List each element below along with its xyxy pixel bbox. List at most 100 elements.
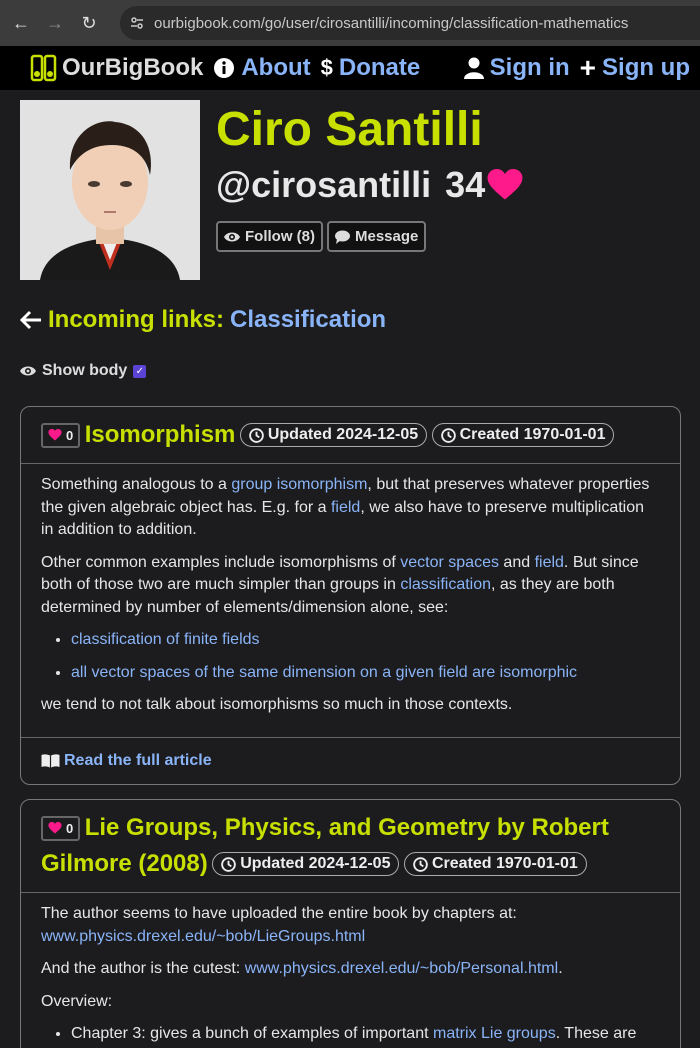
text: .	[558, 960, 563, 977]
message-label: Message	[355, 228, 419, 245]
created-badge: Created 1970-01-01	[431, 423, 615, 447]
clock-icon	[249, 427, 264, 443]
show-body-toggle[interactable]: Show body ✓	[20, 362, 147, 380]
link-field[interactable]: field	[535, 554, 564, 571]
link-finite-fields[interactable]: classification of finite fields	[71, 631, 260, 648]
paragraph: Something analogous to a group isomorphi…	[41, 474, 660, 542]
signup-link[interactable]: + Sign up	[580, 52, 690, 84]
created-badge: Created 1970-01-01	[403, 852, 587, 876]
heart-icon	[48, 822, 62, 834]
signin-label: Sign in	[489, 54, 570, 81]
site-header: OurBigBook About $ Donate Sign in + Sign…	[0, 46, 700, 90]
bullet-list: classification of finite fields all vect…	[71, 629, 660, 684]
show-body-label: Show body	[42, 362, 128, 379]
text: and	[498, 553, 535, 571]
paragraph: we tend to not talk about isomorphisms s…	[41, 696, 513, 713]
donate-label: Donate	[338, 54, 421, 81]
text: Other common examples include isomorphis…	[41, 553, 401, 571]
browser-toolbar: ← → ↻ ourbigbook.com/go/user/cirosantill…	[0, 0, 700, 46]
article-card: 0 Isomorphism Updated 2024-12-05 Created…	[20, 406, 681, 785]
about-label: About	[241, 54, 311, 81]
donate-link[interactable]: $ Donate	[321, 54, 421, 82]
paragraph: Other common examples include isomorphis…	[41, 552, 660, 620]
read-full-article-link[interactable]: Read the full article	[41, 752, 660, 770]
forward-icon[interactable]: →	[42, 10, 68, 36]
link-lie-groups-book[interactable]: www.physics.drexel.edu/~bob/LieGroups.ht…	[41, 928, 365, 945]
like-count: 0	[66, 820, 74, 836]
url-text[interactable]: ourbigbook.com/go/user/cirosantilli/inco…	[154, 15, 628, 32]
dollar-icon: $	[320, 55, 333, 80]
link-vector-spaces-isomorphic[interactable]: all vector spaces of the same dimension …	[71, 664, 577, 681]
eye-icon	[20, 366, 36, 376]
incoming-target-link[interactable]: Classification	[230, 306, 386, 334]
bullet-list: Chapter 3: gives a bunch of examples of …	[71, 1023, 660, 1046]
logo-icon	[30, 54, 57, 82]
incoming-label: Incoming links:	[48, 306, 225, 333]
message-button[interactable]: Message	[327, 221, 427, 252]
show-body-checkbox[interactable]: ✓	[133, 364, 147, 378]
text: . These are	[555, 1025, 637, 1042]
signup-label: Sign up	[602, 54, 690, 81]
paragraph: The author seems to have uploaded the en…	[41, 903, 660, 948]
link-vector-spaces[interactable]: vector spaces	[400, 554, 499, 571]
paragraph: And the author is the cutest: www.physic…	[41, 958, 660, 981]
updated-badge: Updated 2024-12-05	[212, 852, 400, 876]
back-icon[interactable]: ←	[8, 10, 34, 36]
text: Chapter 3: gives a bunch of examples of …	[71, 1025, 433, 1042]
created-text: Created 1970-01-01	[459, 426, 606, 443]
speech-bubble-icon	[335, 230, 350, 244]
address-bar[interactable]: ourbigbook.com/go/user/cirosantilli/inco…	[120, 6, 700, 40]
info-icon	[214, 58, 235, 78]
text: And the author is the cutest:	[41, 960, 245, 977]
heart-icon	[48, 429, 62, 441]
like-button[interactable]: 0	[41, 815, 81, 841]
book-icon	[41, 753, 60, 768]
clock-icon	[221, 856, 237, 872]
page-content: Ciro Santilli @cirosantilli 34 Follow (8…	[0, 90, 700, 1048]
text: The author seems to have uploaded the en…	[41, 905, 517, 922]
list-item: classification of finite fields	[71, 629, 660, 652]
home-link[interactable]: OurBigBook	[30, 54, 203, 82]
incoming-heading: Incoming links: Classification	[20, 306, 386, 334]
clock-icon	[440, 427, 456, 443]
article-header: 0 Isomorphism Updated 2024-12-05 Created…	[21, 407, 680, 464]
link-group-isomorphism[interactable]: group isomorphism	[231, 476, 367, 493]
link-author-personal[interactable]: www.physics.drexel.edu/~bob/Personal.htm…	[245, 960, 559, 977]
article-card: 0 Lie Groups, Physics, and Geometry by R…	[20, 799, 681, 1048]
article-title[interactable]: Isomorphism	[85, 421, 236, 448]
article-footer: Read the full article	[21, 736, 680, 784]
article-header: 0 Lie Groups, Physics, and Geometry by R…	[21, 800, 680, 893]
link-matrix-lie-groups[interactable]: matrix Lie groups	[433, 1025, 556, 1042]
user-handle-row: @cirosantilli 34	[216, 164, 523, 206]
reload-icon[interactable]: ↻	[76, 10, 102, 36]
follow-button[interactable]: Follow (8)	[216, 221, 323, 252]
user-score: 34	[445, 164, 486, 205]
updated-text: Updated 2024-12-05	[240, 855, 391, 872]
link-field[interactable]: field	[331, 499, 360, 516]
like-count: 0	[66, 427, 74, 443]
paragraph: Overview:	[41, 992, 113, 1010]
user-display-name: Ciro Santilli	[216, 103, 483, 156]
brand-name: OurBigBook	[62, 54, 204, 81]
list-item: Chapter 3: gives a bunch of examples of …	[71, 1023, 660, 1046]
follow-label: Follow (8)	[245, 228, 315, 245]
avatar[interactable]	[20, 100, 200, 280]
heart-icon	[487, 169, 523, 200]
user-handle: @cirosantilli	[216, 164, 432, 205]
signin-link[interactable]: Sign in	[463, 54, 570, 82]
link-classification[interactable]: classification	[400, 576, 491, 593]
text: Something analogous to a	[41, 476, 232, 493]
created-text: Created 1970-01-01	[431, 855, 578, 872]
arrow-left-icon[interactable]	[20, 310, 42, 330]
plus-icon: +	[579, 52, 597, 83]
updated-badge: Updated 2024-12-05	[239, 423, 428, 447]
list-item: all vector spaces of the same dimension …	[71, 662, 660, 685]
article-body: The author seems to have uploaded the en…	[21, 893, 680, 1048]
profile-actions: Follow (8) Message	[216, 221, 427, 252]
article-body: Something analogous to a group isomorphi…	[21, 464, 680, 737]
site-info-icon[interactable]	[120, 6, 154, 40]
clock-icon	[413, 856, 428, 872]
avatar-photo	[20, 100, 200, 280]
about-link[interactable]: About	[213, 54, 311, 82]
like-button[interactable]: 0	[41, 422, 81, 448]
